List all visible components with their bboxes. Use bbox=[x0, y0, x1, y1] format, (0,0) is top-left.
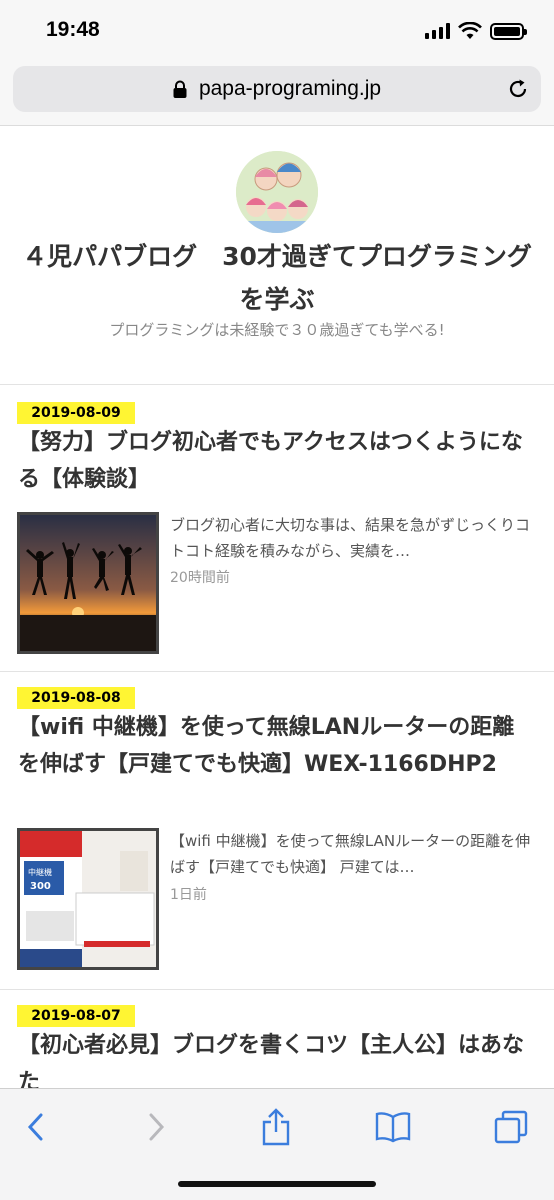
home-indicator bbox=[178, 1181, 376, 1187]
svg-text:300: 300 bbox=[30, 881, 51, 892]
tabs-button[interactable] bbox=[491, 1107, 531, 1147]
svg-text:中継機: 中継機 bbox=[28, 867, 52, 877]
forward-button[interactable] bbox=[136, 1107, 176, 1147]
article-excerpt: ブログ初心者に大切な事は、結果を急がずじっくりコトコト経験を積みながら、実績を… bbox=[170, 516, 531, 560]
article-card[interactable]: 2019-08-09 【努力】ブログ初心者でもアクセスはつくようになる【体験談】 bbox=[0, 386, 554, 672]
address-bar-area: papa-programing.jp bbox=[0, 60, 554, 126]
lock-icon bbox=[173, 80, 187, 98]
article-time: 20時間前 bbox=[170, 570, 230, 586]
battery-icon bbox=[490, 22, 527, 40]
avatar[interactable] bbox=[236, 151, 318, 233]
article-time: 1日前 bbox=[170, 887, 207, 903]
article-title[interactable]: 【努力】ブログ初心者でもアクセスはつくようになる【体験談】 bbox=[18, 424, 536, 498]
chevron-right-icon bbox=[149, 1113, 165, 1141]
status-bar: 19:48 bbox=[0, 0, 554, 60]
article-thumbnail[interactable]: 中継機 300 bbox=[17, 828, 159, 970]
site-description: プログラミングは未経験で３０歳過ぎても学べる! bbox=[109, 321, 445, 339]
wifi-repeater-product-image: 中継機 300 bbox=[20, 831, 156, 967]
article-excerpt: 【wifi 中継機】を使って無線LANルーターの距離を伸ばす【戸建てでも快適】 … bbox=[170, 832, 531, 876]
article-card[interactable]: 2019-08-08 【wifi 中継機】を使って無線LANルーターの距離を伸ば… bbox=[0, 673, 554, 990]
date-badge: 2019-08-07 bbox=[17, 1005, 135, 1027]
book-icon bbox=[375, 1112, 411, 1143]
site-header: ４児パパブログ 30才過ぎてプログラミングを学ぶ プログラミングは未経験で３０歳… bbox=[0, 127, 554, 385]
bookmarks-button[interactable] bbox=[373, 1107, 413, 1147]
share-button[interactable] bbox=[256, 1107, 296, 1147]
back-button[interactable] bbox=[16, 1107, 56, 1147]
tabs-icon bbox=[494, 1110, 528, 1144]
site-title[interactable]: ４児パパブログ 30才過ぎてプログラミングを学ぶ bbox=[20, 235, 534, 321]
address-bar[interactable]: papa-programing.jp bbox=[13, 66, 541, 112]
article-thumbnail[interactable] bbox=[17, 512, 159, 654]
cellular-signal-icon bbox=[425, 23, 450, 39]
date-badge: 2019-08-08 bbox=[17, 687, 135, 709]
sunset-silhouette-image bbox=[20, 515, 156, 651]
date-badge: 2019-08-09 bbox=[17, 402, 135, 424]
reload-icon[interactable] bbox=[507, 78, 529, 100]
article-title[interactable]: 【wifi 中継機】を使って無線LANルーターの距離を伸ばす【戸建てでも快適】W… bbox=[18, 709, 536, 783]
avatar-illustration bbox=[236, 151, 318, 233]
status-time: 19:48 bbox=[46, 18, 100, 41]
status-icons bbox=[425, 22, 527, 40]
chevron-left-icon bbox=[27, 1113, 43, 1141]
share-icon bbox=[262, 1108, 290, 1146]
url-text: papa-programing.jp bbox=[198, 77, 382, 100]
wifi-icon bbox=[458, 22, 482, 39]
